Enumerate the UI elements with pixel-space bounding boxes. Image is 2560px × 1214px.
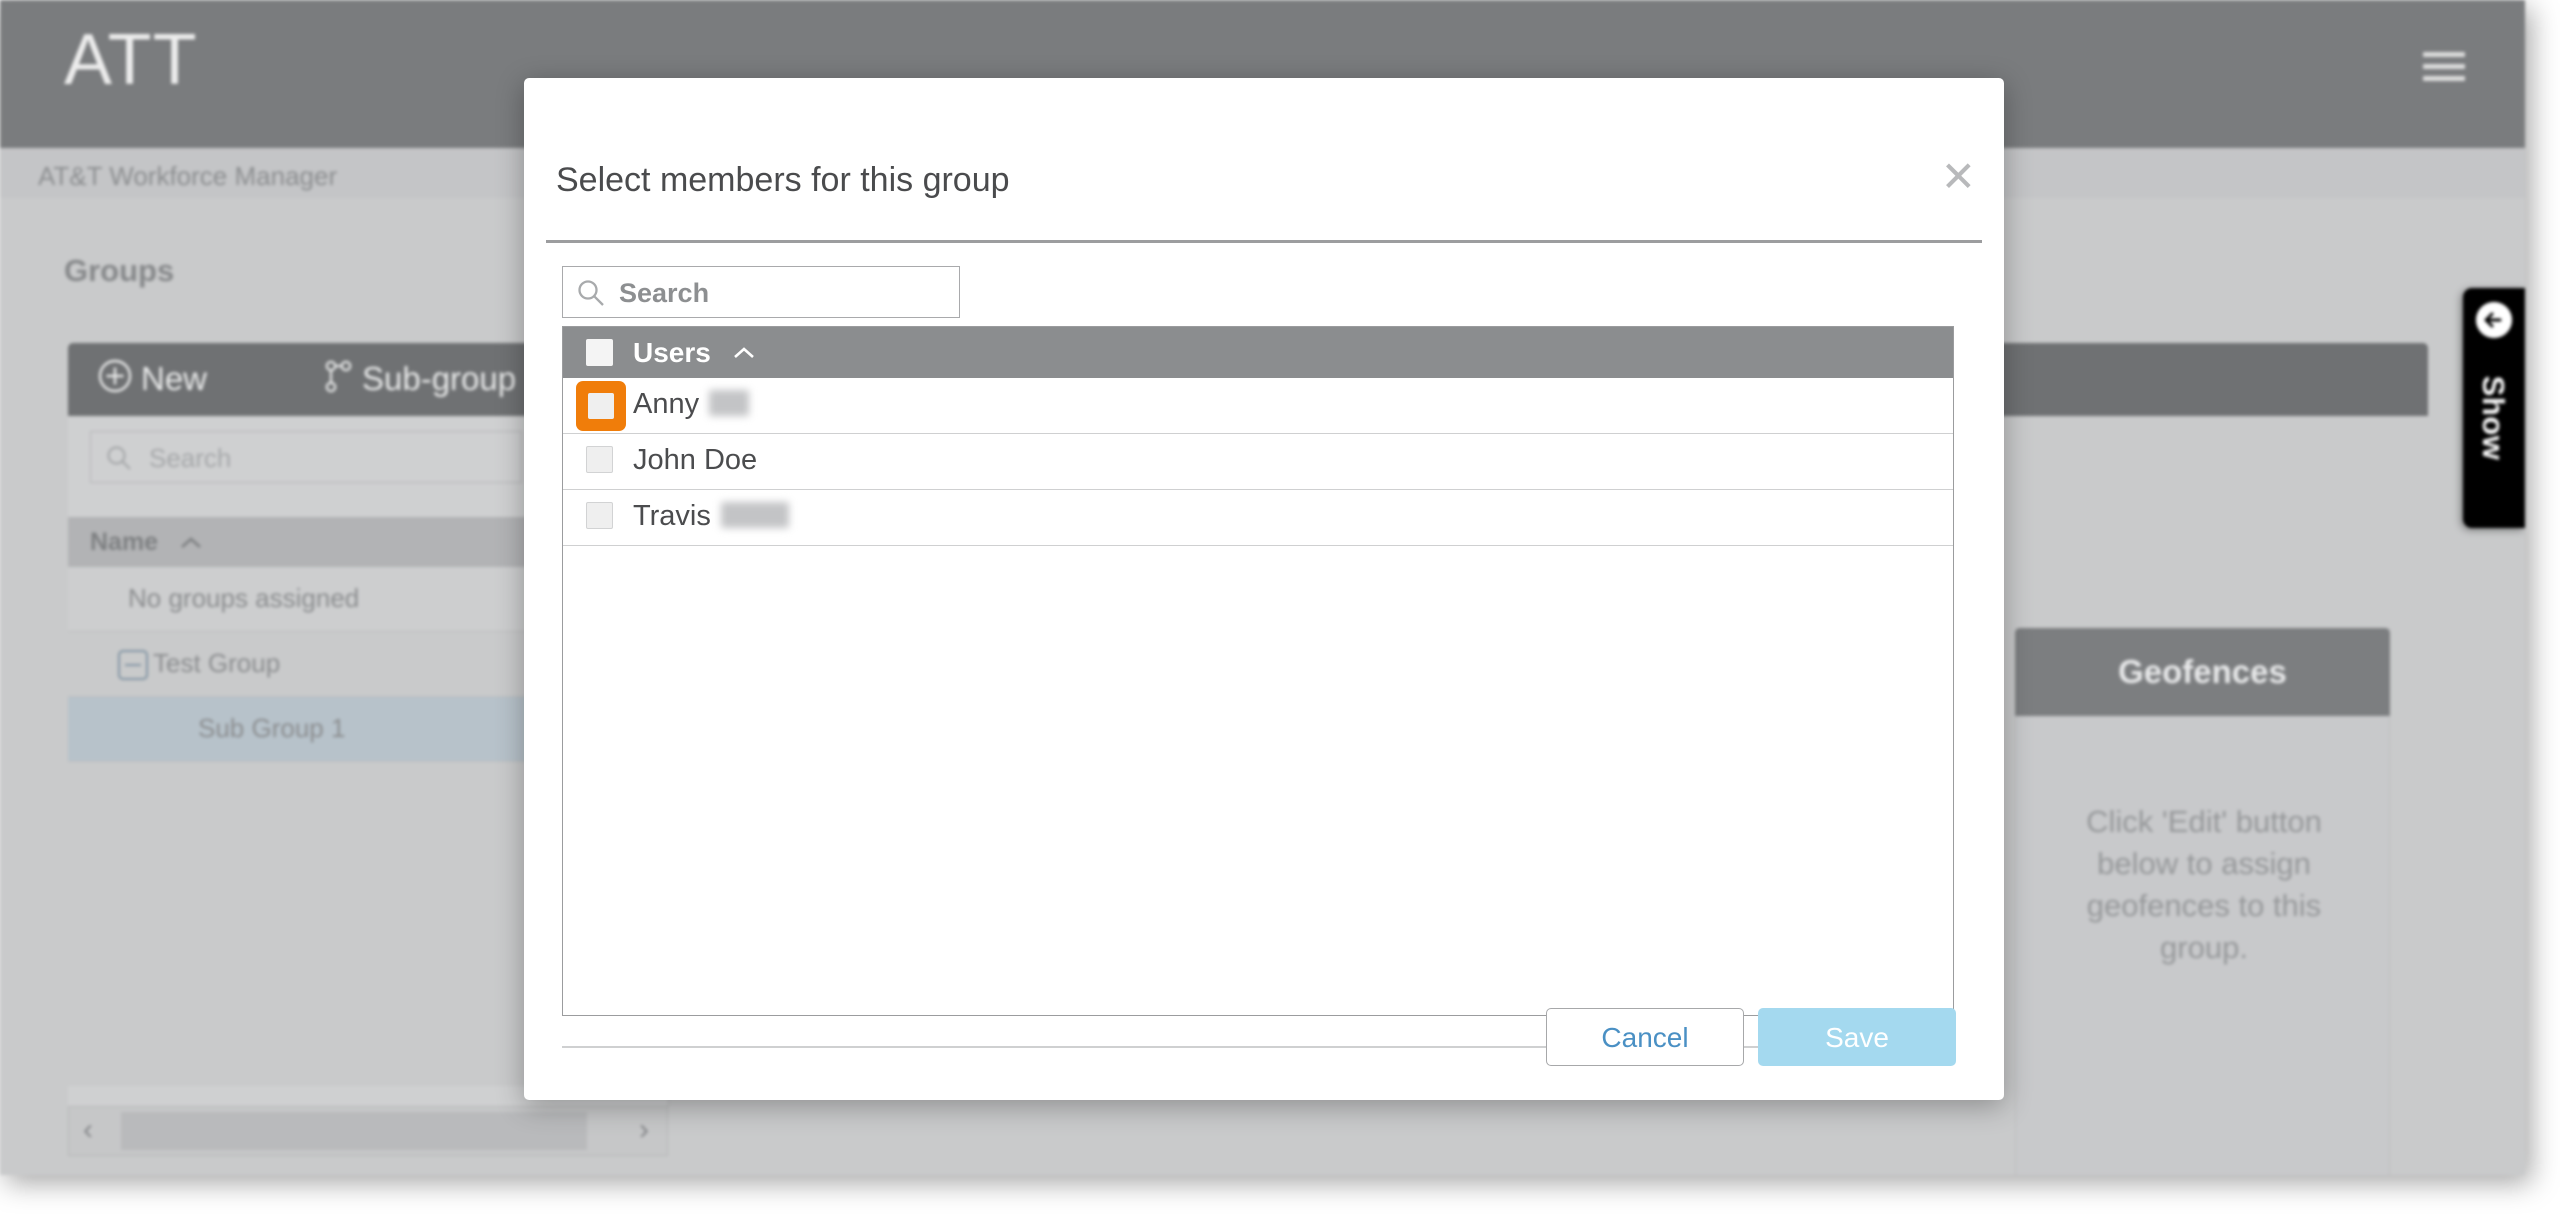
group-row-label: Sub Group 1 [198,713,346,743]
member-checkbox-focused[interactable] [576,381,626,431]
member-name-label: John Doe [633,444,758,476]
member-row[interactable]: Anny [563,378,1953,434]
select-all-checkbox[interactable] [586,339,613,366]
geofences-panel-title: Geofences [2015,628,2390,716]
chevron-right-icon[interactable]: › [639,1113,649,1147]
modal-divider-bottom [562,1046,1954,1048]
member-checkbox[interactable] [586,502,613,529]
member-name-label: Anny [633,388,750,421]
modal-divider-top [546,240,1982,243]
members-list-header-label: Users [633,337,711,368]
groups-search-placeholder: Search [149,443,232,473]
member-checkbox[interactable] [586,446,613,473]
scrollbar-thumb[interactable] [121,1112,587,1150]
groups-column-name-label: Name [90,528,159,556]
new-group-label: New [141,360,208,397]
plus-circle-icon [98,359,132,401]
member-search-placeholder: Search [619,278,710,308]
collapse-expander-icon[interactable] [118,650,148,680]
redacted-surname [720,502,789,528]
geofences-empty-message: Click 'Edit' button below to assign geof… [2086,804,2322,965]
group-row-label: Test Group [153,648,281,678]
member-search-input[interactable]: Search [562,266,960,318]
chevron-left-icon[interactable]: ‹ [83,1113,93,1147]
member-row[interactable]: John Doe [563,434,1953,490]
sub-group-label: Sub-group [362,360,517,397]
members-list-header[interactable]: Users [563,327,1953,378]
groups-search-input[interactable]: Search [90,431,522,483]
member-name-label: Travis [633,500,789,533]
close-icon[interactable]: ✕ [1941,156,1976,198]
search-icon [576,278,606,313]
caret-up-icon [178,534,204,557]
modal-title: Select members for this group [556,161,1010,199]
sub-group-button[interactable]: Sub-group [323,359,516,401]
redacted-surname [709,390,750,416]
select-members-modal: Select members for this group ✕ Search U… [524,78,2004,1100]
groups-horizontal-scrollbar[interactable]: ‹ › [68,1106,668,1156]
member-row[interactable]: Travis [563,490,1953,546]
app-name-label: AT&T Workforce Manager [38,161,338,191]
hamburger-menu-icon[interactable] [2423,52,2465,82]
caret-up-icon[interactable] [731,344,757,367]
group-row-label: No groups assigned [128,583,360,613]
branch-icon [323,359,353,401]
members-list: Users Anny John Doe Travis [562,326,1954,1016]
brand-logo: ATT [64,20,198,100]
page-title: Groups [64,253,175,288]
show-panel-tab-label: Show [2476,375,2511,461]
search-icon [105,444,133,477]
show-panel-tab[interactable]: Show [2463,288,2525,528]
new-group-button[interactable]: New [98,359,207,401]
cancel-button[interactable]: Cancel [1546,1008,1744,1066]
geofences-panel: Geofences Click 'Edit' button below to a… [2015,628,2390,1175]
save-button[interactable]: Save [1758,1008,1956,1066]
arrow-left-circle-icon [2476,302,2512,338]
